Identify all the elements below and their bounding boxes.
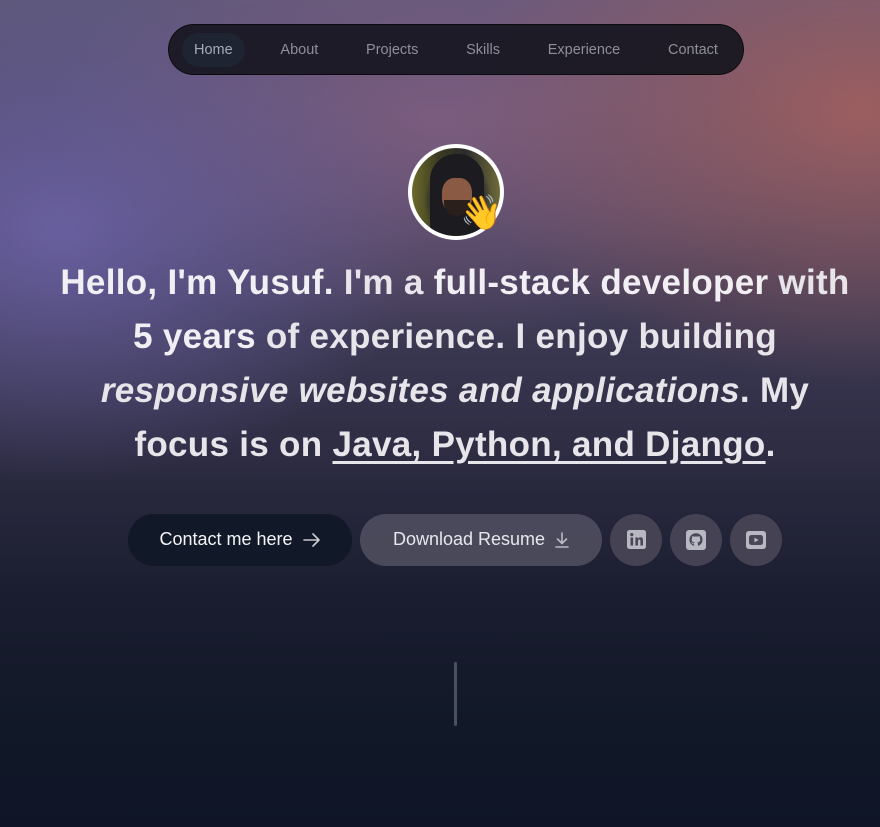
nav-projects[interactable]: Projects <box>354 33 430 67</box>
waving-hand-icon: 👋 <box>460 193 503 233</box>
contact-button[interactable]: Contact me here <box>128 513 352 566</box>
greeting: Hello, I'm Yusuf. <box>60 263 334 302</box>
scroll-divider <box>454 662 457 726</box>
profile-avatar: 👋 <box>408 144 504 240</box>
youtube-button[interactable] <box>730 513 782 566</box>
linkedin-button[interactable] <box>610 513 662 566</box>
arrow-right-icon <box>302 532 320 547</box>
nav-home[interactable]: Home <box>182 32 245 67</box>
hero-actions: Contact me here Download Resume <box>128 513 782 566</box>
nav-about[interactable]: About <box>268 33 330 67</box>
download-resume-button[interactable]: Download Resume <box>360 513 602 566</box>
github-icon <box>686 529 706 550</box>
nav-experience[interactable]: Experience <box>536 33 633 67</box>
focus-phrase: responsive websites and applications <box>100 371 740 410</box>
intro-text-1: I'm a <box>333 263 434 302</box>
years-experience: 5 years <box>133 317 256 356</box>
download-icon <box>555 531 569 548</box>
intro-text-2: with <box>768 263 850 302</box>
intro-text-5: . <box>765 425 776 464</box>
nav-skills[interactable]: Skills <box>454 33 512 67</box>
tech-stack: Java, Python, and Django <box>332 425 766 464</box>
nav-contact[interactable]: Contact <box>656 33 730 67</box>
intro-text-3: of experience. I enjoy building <box>255 317 777 356</box>
download-resume-label: Download Resume <box>392 529 546 549</box>
contact-button-label: Contact me here <box>159 529 293 549</box>
role: full-stack developer <box>433 263 769 302</box>
linkedin-icon <box>626 530 646 549</box>
github-button[interactable] <box>670 513 722 566</box>
hero-intro: Hello, I'm Yusuf. I'm a full-stack devel… <box>60 256 850 472</box>
youtube-icon <box>746 530 766 549</box>
top-navigation: Home About Projects Skills Experience Co… <box>168 24 744 75</box>
